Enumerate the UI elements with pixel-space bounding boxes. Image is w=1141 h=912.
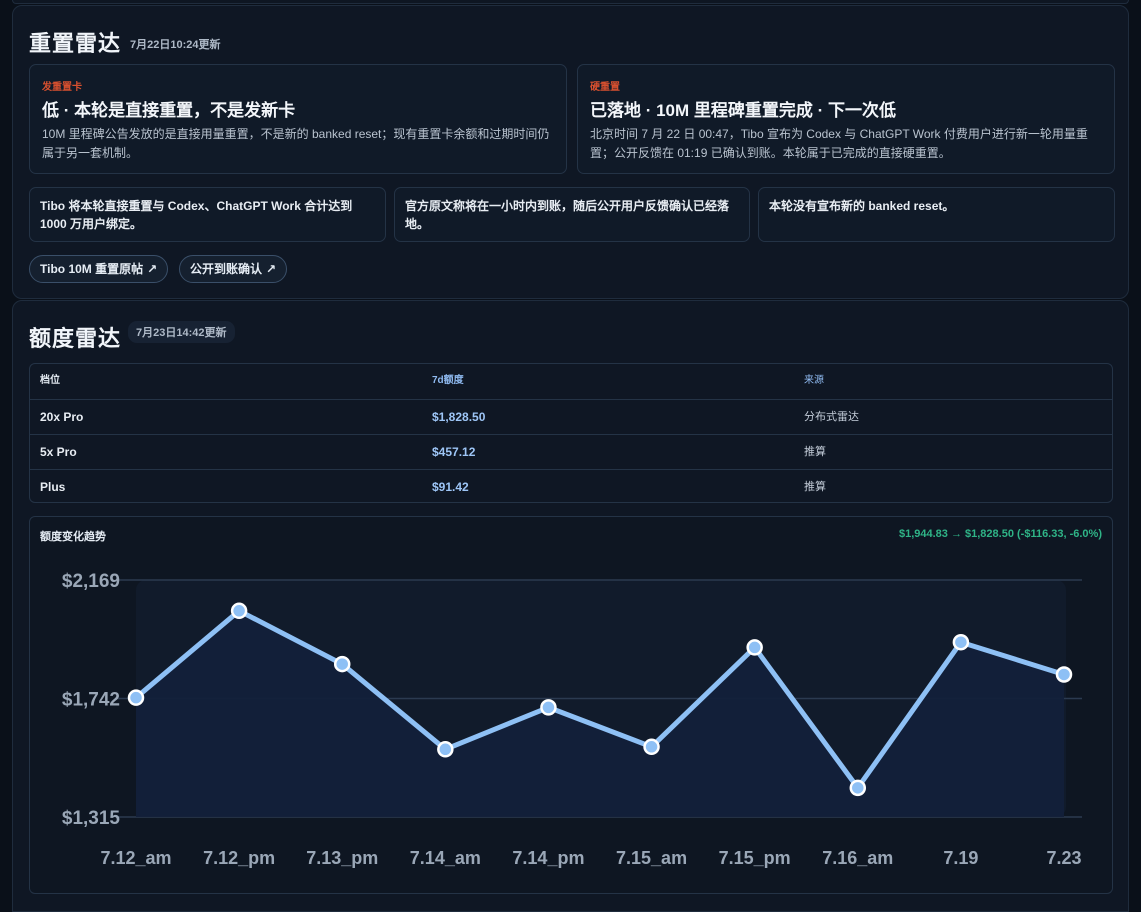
header-source: 来源 [804,375,824,386]
trend-chart-card: 额度变化趋势 $1,944.83 → $1,828.50 (-$116.33, … [29,516,1113,894]
data-point [1055,666,1073,683]
fact-text: 官方原文称将在一小时内到账，随后公开用户反馈确认已经落地。 [405,199,730,231]
card-tag: 硬重置 [590,82,620,93]
quota-radar-panel: 额度雷达 7月23日14:42更新 档位 7d额度 来源 20x Pro $1,… [12,300,1129,912]
x-tick-label: 7.12_am [100,848,171,868]
header-7d-quota: 7d额度 [432,375,464,386]
quota-cell: $91.42 [432,480,469,494]
x-tick-label: 7.12_pm [203,848,275,868]
y-tick-label: $1,315 [62,808,121,829]
x-tick-label: 7.19 [943,848,978,868]
table-header-row: 档位 7d额度 来源 [30,364,1112,399]
x-tick-label: 7.23 [1046,848,1081,868]
card-description: 北京时间 7 月 22 日 00:47，Tibo 宣布为 Codex 与 Cha… [590,127,1088,160]
fact-card-2: 官方原文称将在一小时内到账，随后公开用户反馈确认已经落地。 [394,187,750,242]
x-tick-label: 7.15_pm [719,848,791,868]
top-panel-edge [12,0,1129,4]
data-point [849,779,867,797]
reset-radar-title: 重置雷达 [29,31,122,56]
source-cell: 分布式雷达 [804,411,859,423]
data-point [127,689,145,706]
fact-card-1: Tibo 将本轮直接重置与 Codex、ChatGPT Work 合计达到 10… [29,187,386,242]
x-tick-label: 7.14_am [410,848,481,868]
data-point [333,655,351,673]
header-tier: 档位 [40,375,60,386]
y-tick-label: $1,742 [62,690,120,711]
quota-cell: $1,828.50 [432,410,486,424]
table-row: 20x Pro $1,828.50 分布式雷达 [30,399,1112,434]
public-confirmation-link[interactable]: 公开到账确认 ↗ [179,255,288,283]
link-label: 公开到账确认 [190,262,263,276]
x-tick-label: 7.16_am [822,848,893,868]
reset-card-coupon: 发重置卡 低 · 本轮是直接重置，不是发新卡 10M 里程碑公告发放的是直接用量… [29,64,567,174]
link-label: Tibo 10M 重置原帖 [40,262,144,276]
data-point [746,639,763,656]
quota-cell: $457.12 [432,445,476,459]
tibo-reset-post-link[interactable]: Tibo 10M 重置原帖 ↗ [29,255,169,283]
reset-card-hard-reset: 硬重置 已落地 · 10M 里程碑重置完成 · 下一次低 北京时间 7 月 22… [577,64,1115,174]
quota-table: 档位 7d额度 来源 20x Pro $1,828.50 分布式雷达 5x Pr… [29,363,1113,503]
fact-text: Tibo 将本轮直接重置与 Codex、ChatGPT Work 合计达到 10… [40,199,353,231]
y-tick-label: $2,169 [62,571,120,592]
trend-chart: $1,315 $1,742 $2,169 7.12_am 7.12_pm 7.13_pm 7… [62,571,1082,868]
fact-card-3: 本轮没有宣布新的 banked reset。 [758,187,1115,242]
card-headline: 低 · 本轮是直接重置，不是发新卡 [42,101,296,120]
x-tick-label: 7.14_pm [512,848,584,868]
reset-radar-panel: 重置雷达 7月22日10:24更新 发重置卡 低 · 本轮是直接重置，不是发新卡… [12,5,1129,299]
reset-radar-updated: 7月22日10:24更新 [130,39,221,51]
source-cell: 推算 [804,446,826,458]
x-tick-label: 7.15_am [616,848,687,868]
tier-cell: Plus [40,480,66,494]
data-point [952,633,970,651]
data-point [540,699,557,716]
table-row: 5x Pro $457.12 推算 [30,434,1112,469]
card-description: 10M 里程碑公告发放的是直接用量重置，不是新的 banked reset；现有… [42,127,550,160]
data-point [437,741,454,758]
table-row: Plus $91.42 推算 [30,469,1112,502]
external-link-icon: ↗ [147,262,158,276]
tier-cell: 5x Pro [40,445,77,459]
tier-cell: 20x Pro [40,410,84,424]
source-cell: 推算 [804,481,826,493]
quota-radar-title: 额度雷达 [29,326,122,351]
data-point [230,602,248,620]
fact-text: 本轮没有宣布新的 banked reset。 [769,199,955,213]
external-link-icon: ↗ [266,262,277,276]
x-tick-label: 7.13_pm [306,848,378,868]
data-point [643,738,660,756]
card-headline: 已落地 · 10M 里程碑重置完成 · 下一次低 [590,101,897,120]
card-tag: 发重置卡 [42,82,82,93]
quota-radar-updated: 7月23日14:42更新 [128,321,235,343]
